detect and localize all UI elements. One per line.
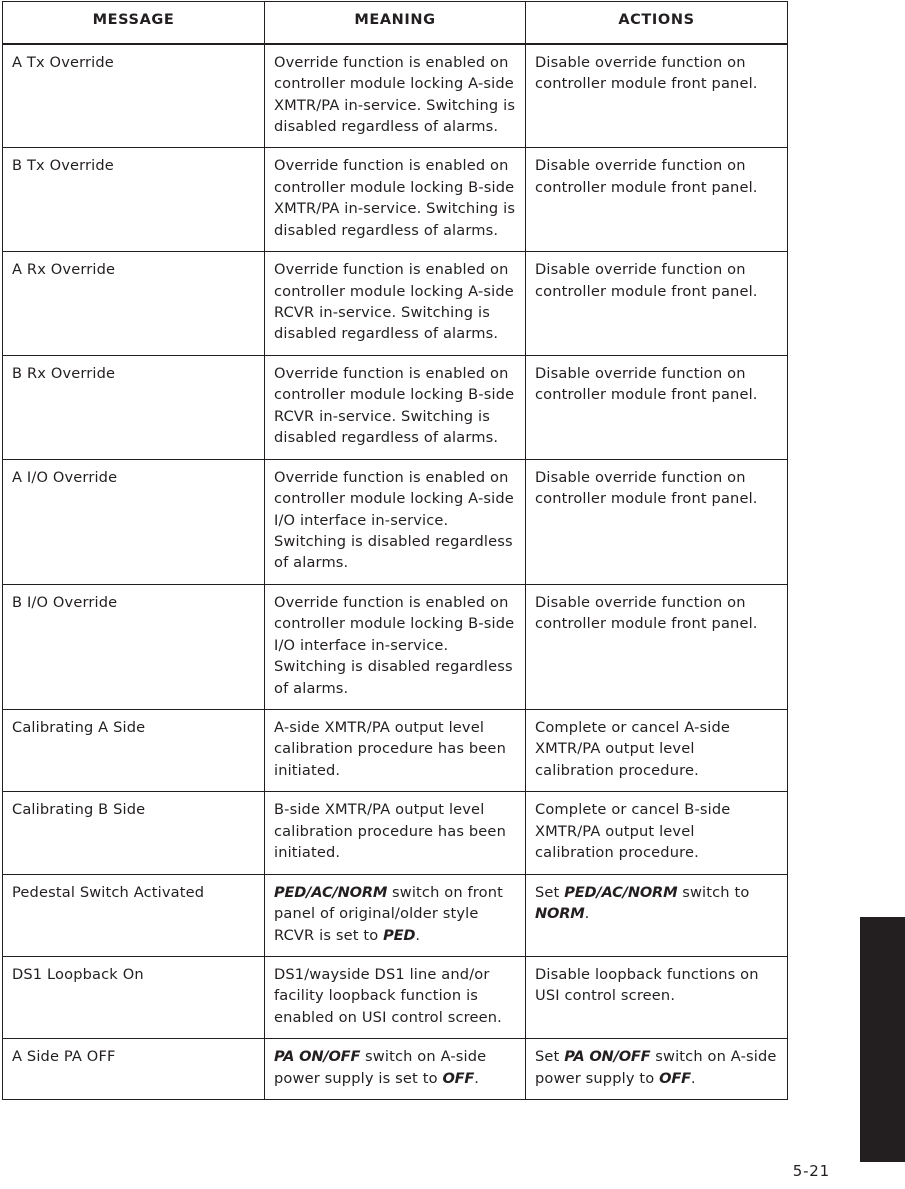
table-row: B I/O Override Override function is enabl… [2,583,788,711]
cell-meaning: Override function is enabled on controll… [264,251,526,356]
cell-message: B Rx Override [2,354,265,460]
cell-actions: Disable override function on controller … [525,42,788,149]
cell-actions: Disable override function on controller … [525,354,788,460]
cell-message: A Tx Override [2,42,265,149]
messages-table: MESSAGE MEANING ACTIONS A Tx Override Ove… [2,0,788,1101]
table-row: A I/O Override Override function is enabl… [2,458,788,585]
cell-message: B Tx Override [2,147,265,253]
table-row: A Rx Override Override function is enable… [2,251,788,356]
table-row: A Tx Override Override function is enable… [2,42,788,149]
cell-actions: Complete or cancel A-side XMTR/PA output… [525,709,788,793]
cell-actions: Disable override function on controller … [525,251,788,356]
table-header-row: MESSAGE MEANING ACTIONS [2,0,788,45]
section-thumb-tab [860,917,905,1162]
cell-meaning: PED/AC/NORM switch on front panel of ori… [264,873,526,957]
cell-actions: Disable override function on controller … [525,147,788,253]
table-row: B Rx Override Override function is enable… [2,354,788,460]
column-header-message: MESSAGE [2,0,265,45]
cell-message: B I/O Override [2,583,265,711]
cell-actions: Disable override function on controller … [525,583,788,711]
cell-message: Pedestal Switch Activated [2,873,265,957]
table-row: A Side PA OFF PA ON/OFF switch on A-side … [2,1038,788,1101]
cell-actions: Disable override function on controller … [525,458,788,585]
document-page: MESSAGE MEANING ACTIONS A Tx Override Ove… [0,0,905,1189]
cell-message: Calibrating B Side [2,791,265,875]
page-number: 5-21 [792,1162,830,1180]
table-body: A Tx Override Override function is enable… [2,42,788,1101]
cell-message: A Rx Override [2,251,265,356]
cell-meaning: B-side XMTR/PA output level calibration … [264,791,526,875]
table-row: Pedestal Switch Activated PED/AC/NORM swi… [2,873,788,957]
table-row: B Tx Override Override function is enable… [2,147,788,253]
cell-message: Calibrating A Side [2,709,265,793]
column-header-actions: ACTIONS [525,0,788,45]
cell-meaning: Override function is enabled on controll… [264,42,526,149]
cell-meaning: Override function is enabled on controll… [264,147,526,253]
cell-meaning: Override function is enabled on controll… [264,583,526,711]
table-row: Calibrating A Side A-side XMTR/PA output … [2,709,788,793]
cell-actions: Set PED/AC/NORM switch to NORM. [525,873,788,957]
cell-actions: Complete or cancel B-side XMTR/PA output… [525,791,788,875]
table-row: Calibrating B Side B-side XMTR/PA output … [2,791,788,875]
cell-actions: Disable loopback functions on USI contro… [525,955,788,1040]
cell-actions: Set PA ON/OFF switch on A-side power sup… [525,1038,788,1101]
cell-meaning: Override function is enabled on controll… [264,458,526,585]
cell-meaning: A-side XMTR/PA output level calibration … [264,709,526,793]
cell-meaning: Override function is enabled on controll… [264,354,526,460]
cell-message: A I/O Override [2,458,265,585]
cell-message: DS1 Loopback On [2,955,265,1040]
table-row: DS1 Loopback On DS1/wayside DS1 line and/… [2,955,788,1040]
cell-meaning: DS1/wayside DS1 line and/or facility loo… [264,955,526,1040]
cell-meaning: PA ON/OFF switch on A-side power supply … [264,1038,526,1101]
table-header: MESSAGE MEANING ACTIONS [2,0,788,45]
column-header-meaning: MEANING [264,0,526,45]
cell-message: A Side PA OFF [2,1038,265,1101]
